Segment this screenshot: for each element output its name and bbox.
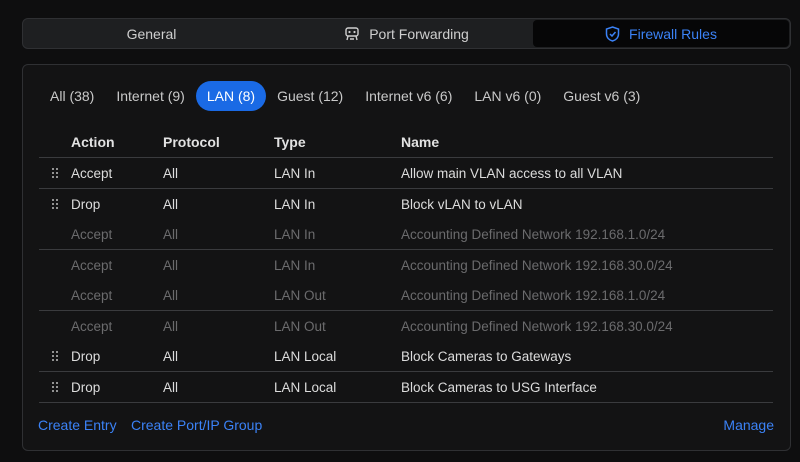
cell-type: LAN Local xyxy=(274,348,337,364)
table-row[interactable]: Drop All LAN Local Block Cameras to Gate… xyxy=(39,341,773,372)
cell-type: LAN In xyxy=(274,226,316,242)
tab-firewall-rules[interactable]: Firewall Rules xyxy=(533,20,789,47)
cell-name: Block Cameras to USG Interface xyxy=(401,379,597,395)
drag-handle-icon[interactable] xyxy=(51,167,59,179)
cell-name: Block Cameras to Gateways xyxy=(401,348,572,364)
table-row[interactable]: Accept All LAN In Allow main VLAN access… xyxy=(39,158,773,189)
cell-protocol: All xyxy=(163,348,179,364)
cell-protocol: All xyxy=(163,196,179,212)
header-type[interactable]: Type xyxy=(274,134,401,150)
filter-chip[interactable]: Internet (9) xyxy=(105,81,195,111)
cell-type: LAN In xyxy=(274,196,316,212)
drag-handle-icon[interactable] xyxy=(51,198,59,210)
table-row-disabled[interactable]: Accept All LAN In Accounting Defined Net… xyxy=(39,219,773,250)
cell-action: Accept xyxy=(71,257,113,273)
filter-chip[interactable]: LAN v6 (0) xyxy=(463,81,552,111)
tab-port-forwarding-label: Port Forwarding xyxy=(369,25,469,42)
rule-filter-bar: All (38) Internet (9) LAN (8) Guest (12)… xyxy=(39,81,651,111)
tab-general[interactable]: General xyxy=(24,20,279,47)
cell-protocol: All xyxy=(163,379,179,395)
filter-chip[interactable]: Guest (12) xyxy=(266,81,354,111)
tab-general-label: General xyxy=(126,25,177,42)
shield-icon xyxy=(605,25,620,42)
cell-action: Drop xyxy=(71,379,101,395)
header-name[interactable]: Name xyxy=(401,134,773,150)
cell-protocol: All xyxy=(163,318,179,334)
filter-chip[interactable]: All (38) xyxy=(39,81,105,111)
cell-type: LAN In xyxy=(274,165,316,181)
table-row[interactable]: Drop All LAN In Block vLAN to vLAN xyxy=(39,189,773,219)
cell-action: Drop xyxy=(71,348,101,364)
firewall-rules-panel: All (38) Internet (9) LAN (8) Guest (12)… xyxy=(22,64,791,451)
cell-protocol: All xyxy=(163,287,179,303)
filter-chip[interactable]: Internet v6 (6) xyxy=(354,81,463,111)
drag-handle-icon[interactable] xyxy=(51,381,59,393)
cell-action: Accept xyxy=(71,165,113,181)
cell-name: Block vLAN to vLAN xyxy=(401,196,523,212)
cell-protocol: All xyxy=(163,165,179,181)
table-row-disabled[interactable]: Accept All LAN In Accounting Defined Net… xyxy=(39,250,773,280)
manage-link[interactable]: Manage xyxy=(723,417,774,433)
table-header: Action Protocol Type Name xyxy=(39,127,773,158)
cell-protocol: All xyxy=(163,226,179,242)
cell-type: LAN Out xyxy=(274,287,326,303)
drag-handle-icon[interactable] xyxy=(51,350,59,362)
header-protocol[interactable]: Protocol xyxy=(163,134,274,150)
cell-name: Accounting Defined Network 192.168.1.0/2… xyxy=(401,226,666,242)
cell-action: Accept xyxy=(71,318,113,334)
cell-name: Accounting Defined Network 192.168.1.0/2… xyxy=(401,287,666,303)
cell-type: LAN In xyxy=(274,257,316,273)
cell-type: LAN Out xyxy=(274,318,326,334)
table-row[interactable]: Drop All LAN Local Block Cameras to USG … xyxy=(39,372,773,403)
create-port-ip-group-link[interactable]: Create Port/IP Group xyxy=(131,417,262,433)
tab-port-forwarding[interactable]: Port Forwarding xyxy=(279,20,534,47)
cell-type: LAN Local xyxy=(274,379,337,395)
table-row-disabled[interactable]: Accept All LAN Out Accounting Defined Ne… xyxy=(39,311,773,341)
rules-table: Action Protocol Type Name Accept All LAN… xyxy=(39,127,773,403)
table-row-disabled[interactable]: Accept All LAN Out Accounting Defined Ne… xyxy=(39,280,773,311)
cell-name: Accounting Defined Network 192.168.30.0/… xyxy=(401,257,673,273)
port-forward-icon xyxy=(345,26,359,40)
cell-protocol: All xyxy=(163,257,179,273)
header-action[interactable]: Action xyxy=(71,134,163,150)
filter-chip[interactable]: Guest v6 (3) xyxy=(552,81,651,111)
filter-chip-active[interactable]: LAN (8) xyxy=(195,81,267,111)
cell-name: Allow main VLAN access to all VLAN xyxy=(401,165,623,181)
cell-action: Accept xyxy=(71,287,113,303)
cell-action: Accept xyxy=(71,226,113,242)
tab-firewall-rules-label: Firewall Rules xyxy=(629,25,717,42)
create-entry-link[interactable]: Create Entry xyxy=(38,417,117,433)
panel-footer: Create Entry Create Port/IP Group Manage xyxy=(38,417,774,437)
cell-action: Drop xyxy=(71,196,101,212)
settings-tabs: General Port Forwarding Firewall Rules xyxy=(22,18,791,49)
cell-name: Accounting Defined Network 192.168.30.0/… xyxy=(401,318,673,334)
